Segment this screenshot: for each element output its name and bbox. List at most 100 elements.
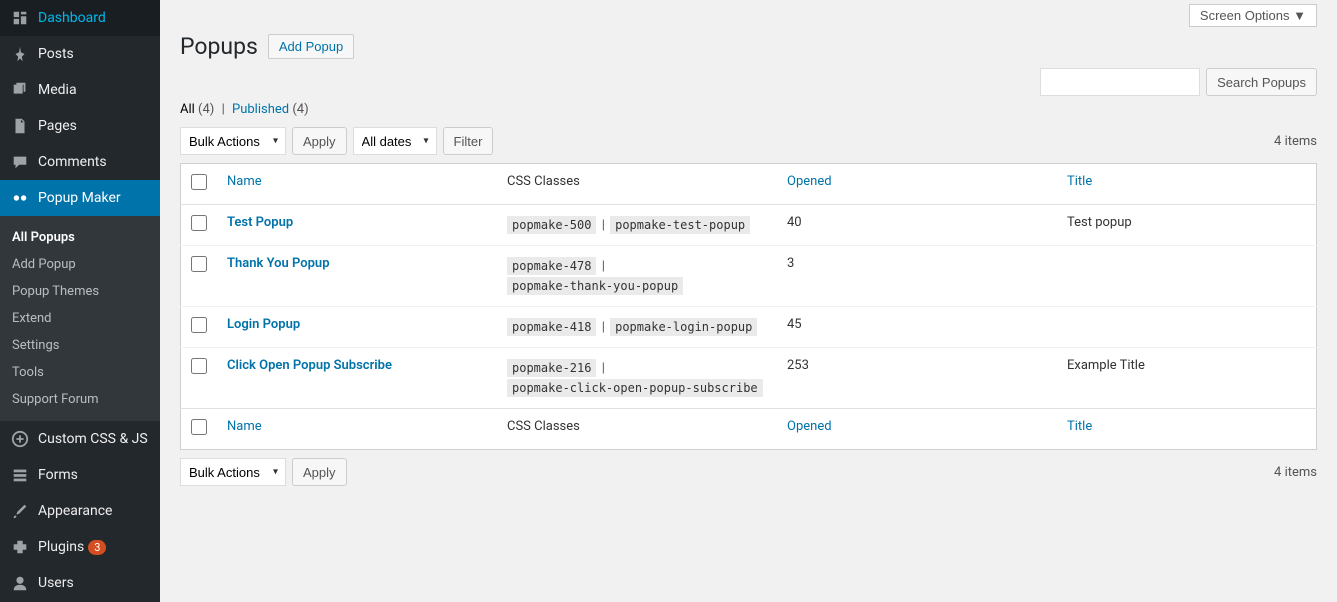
filter-all[interactable]: All [180,102,195,117]
menu-plugins[interactable]: Plugins 3 [0,529,160,565]
row-checkbox[interactable] [191,317,207,333]
submenu-support-forum[interactable]: Support Forum [0,386,160,413]
menu-label: Users [38,575,74,591]
users-icon [10,573,30,593]
menu-forms[interactable]: Forms [0,457,160,493]
row-checkbox[interactable] [191,215,207,231]
tablenav-bottom: Bulk Actions Apply 4 items [180,458,1317,486]
popup-name-link[interactable]: Click Open Popup Subscribe [227,358,392,373]
css-class: popmake-216 [507,359,596,377]
row-checkbox[interactable] [191,256,207,272]
bulk-actions-select-top[interactable]: Bulk Actions [180,127,286,155]
search-input[interactable] [1040,68,1200,96]
row-checkbox[interactable] [191,358,207,374]
menu-popup-maker[interactable]: Popup Maker [0,180,160,216]
tablenav-top: Bulk Actions Apply All dates Filter 4 it… [180,127,1317,155]
dashboard-icon [10,8,30,28]
main-content: Screen Options ▼ Popups Add Popup Search… [160,0,1337,514]
menu-label: Pages [38,118,77,134]
popup-title [1057,307,1317,348]
filter-button[interactable]: Filter [443,127,494,155]
update-badge: 3 [88,540,106,555]
status-filter: All (4) | Published (4) [180,102,1317,117]
popup-icon [10,188,30,208]
item-count-top: 4 items [1274,134,1317,149]
menu-appearance[interactable]: Appearance [0,493,160,529]
comment-icon [10,152,30,172]
menu-label: Appearance [38,503,112,519]
menu-label: Comments [38,154,107,170]
popup-title: Example Title [1057,348,1317,409]
menu-pages[interactable]: Pages [0,108,160,144]
css-class: popmake-500 [507,216,596,234]
forms-icon [10,465,30,485]
menu-users[interactable]: Users [0,565,160,601]
css-class: popmake-click-open-popup-subscribe [507,379,763,397]
popup-name-link[interactable]: Thank You Popup [227,256,330,271]
screen-options-toggle[interactable]: Screen Options ▼ [1189,4,1317,27]
table-row: Thank You Popup popmake-478 | popmake-th… [181,246,1317,307]
table-row: Login Popup popmake-418 | popmake-login-… [181,307,1317,348]
plugin-icon [10,537,30,557]
filter-published-count: (4) [292,102,308,117]
col-title[interactable]: Title [1067,174,1092,189]
submenu-tools[interactable]: Tools [0,359,160,386]
apply-button-top[interactable]: Apply [292,127,347,155]
add-popup-button[interactable]: Add Popup [268,34,354,59]
date-filter-select[interactable]: All dates [353,127,437,155]
menu-label: Plugins [38,539,84,555]
submenu-popup-maker: All Popups Add Popup Popup Themes Extend… [0,216,160,421]
page-title: Popups [180,33,258,60]
menu-label: Custom CSS & JS [38,431,148,447]
brush-icon [10,501,30,521]
pin-icon [10,44,30,64]
col-title-foot[interactable]: Title [1067,419,1092,434]
col-css-foot: CSS Classes [497,409,777,450]
menu-label: Forms [38,467,78,483]
menu-custom-css-js[interactable]: Custom CSS & JS [0,421,160,457]
menu-media[interactable]: Media [0,72,160,108]
css-class: popmake-thank-you-popup [507,277,683,295]
css-class: popmake-418 [507,318,596,336]
menu-label: Dashboard [38,10,106,26]
bulk-actions-select-bottom[interactable]: Bulk Actions [180,458,286,486]
popup-name-link[interactable]: Login Popup [227,317,300,332]
submenu-all-popups[interactable]: All Popups [0,224,160,251]
opened-count: 40 [777,205,1057,246]
popup-title: Test popup [1057,205,1317,246]
col-opened-foot[interactable]: Opened [787,419,832,434]
opened-count: 45 [777,307,1057,348]
col-opened[interactable]: Opened [787,174,832,189]
opened-count: 3 [777,246,1057,307]
filter-all-count: (4) [198,102,214,117]
col-name-foot[interactable]: Name [227,419,262,434]
col-css: CSS Classes [497,164,777,205]
item-count-bottom: 4 items [1274,465,1317,480]
submenu-popup-themes[interactable]: Popup Themes [0,278,160,305]
media-icon [10,80,30,100]
table-row: Test Popup popmake-500 | popmake-test-po… [181,205,1317,246]
popup-name-link[interactable]: Test Popup [227,215,293,230]
search-button[interactable]: Search Popups [1206,68,1317,96]
menu-comments[interactable]: Comments [0,144,160,180]
page-icon [10,116,30,136]
col-name[interactable]: Name [227,174,262,189]
submenu-add-popup[interactable]: Add Popup [0,251,160,278]
table-row: Click Open Popup Subscribe popmake-216 |… [181,348,1317,409]
select-all-top[interactable] [191,174,207,190]
menu-label: Posts [38,46,74,62]
menu-label: Media [38,82,77,98]
css-class: popmake-login-popup [610,318,757,336]
menu-dashboard[interactable]: Dashboard [0,0,160,36]
menu-posts[interactable]: Posts [0,36,160,72]
css-class: popmake-478 [507,257,596,275]
apply-button-bottom[interactable]: Apply [292,458,347,486]
submenu-extend[interactable]: Extend [0,305,160,332]
popups-table: Name CSS Classes Opened Title Test Popup… [180,163,1317,450]
popup-title [1057,246,1317,307]
submenu-settings[interactable]: Settings [0,332,160,359]
select-all-bottom[interactable] [191,419,207,435]
filter-published[interactable]: Published [232,102,289,117]
plus-icon [10,429,30,449]
opened-count: 253 [777,348,1057,409]
